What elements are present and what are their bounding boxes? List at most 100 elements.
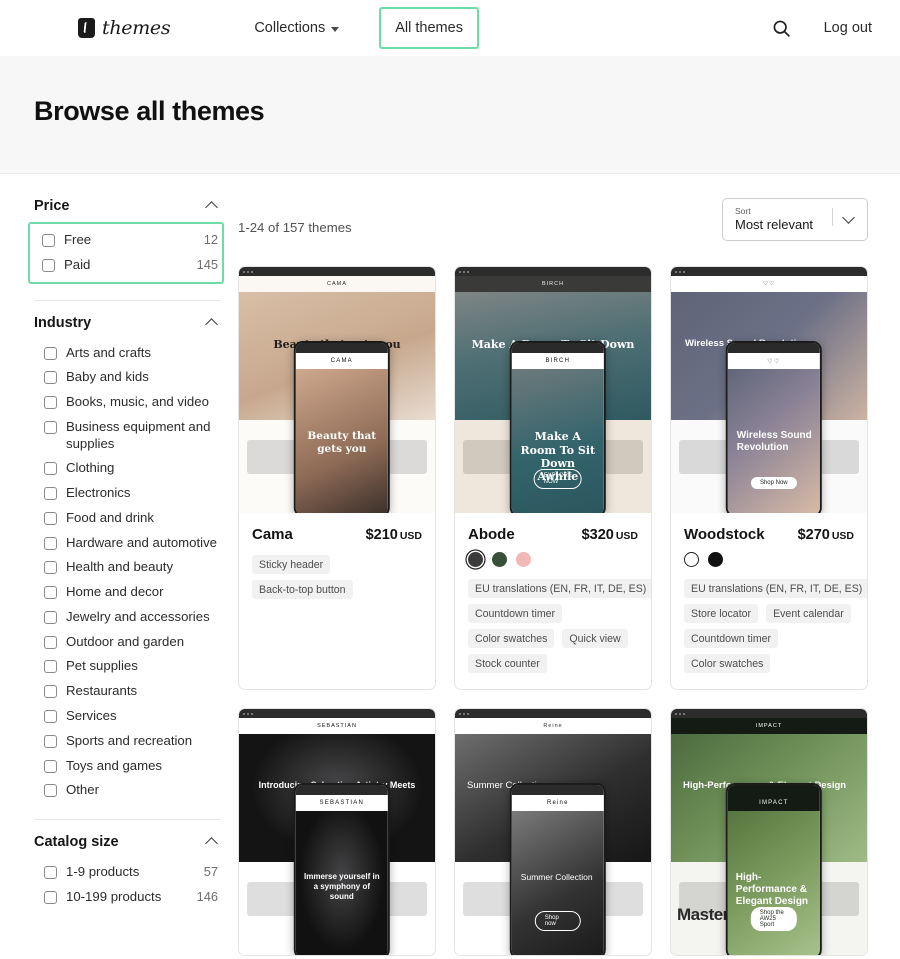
checkbox-icon[interactable] (44, 396, 57, 410)
checkbox-icon[interactable] (44, 685, 57, 699)
nav-item-collections[interactable]: Collections (240, 10, 353, 46)
filter-option-arts-and-crafts[interactable]: Arts and crafts (34, 341, 220, 366)
theme-card[interactable]: ♡♡Wireless Sound Revolution♡♡Wireless So… (670, 266, 868, 690)
filter-option-label: Business equipment and supplies (66, 418, 211, 451)
theme-preview-image: BIRCHMake A Room To Sit Down AwhileBIRCH… (455, 267, 651, 513)
checkbox-icon[interactable] (44, 586, 57, 600)
checkbox-icon[interactable] (42, 234, 55, 247)
mobile-store-logo: Reine (511, 795, 604, 811)
theme-card[interactable]: SEBASTIANIntroducing Sebastian Artistry … (238, 708, 436, 956)
checkbox-icon[interactable] (44, 759, 57, 773)
filter-option-jewelry-and-accessories[interactable]: Jewelry and accessories (34, 605, 220, 630)
facet-header-toggle[interactable]: Price (34, 198, 220, 224)
checkbox-icon[interactable] (44, 487, 57, 501)
filter-option-label: 10-199 products (66, 888, 162, 904)
mobile-cta-button[interactable]: EXPLORE NOW (533, 469, 582, 489)
theme-card[interactable]: BIRCHMake A Room To Sit Down AwhileBIRCH… (454, 266, 652, 690)
facet-header-toggle[interactable]: Catalog size (34, 834, 220, 860)
filter-option-label: Paid (64, 256, 91, 272)
filter-option-clothing[interactable]: Clothing (34, 456, 220, 481)
feature-tag: Event calendar (766, 604, 851, 623)
browser-chrome-bar (671, 267, 867, 276)
checkbox-icon[interactable] (44, 610, 57, 624)
color-swatch-charcoal[interactable] (468, 552, 483, 567)
checkbox-icon[interactable] (44, 346, 57, 360)
color-swatch-group (468, 552, 638, 567)
feature-tag: Countdown timer (684, 629, 779, 648)
checkbox-icon[interactable] (44, 784, 57, 798)
checkbox-icon[interactable] (44, 371, 57, 385)
checkbox-icon[interactable] (44, 866, 57, 880)
facet-industry: Industry Arts and crafts Baby and kids Book… (34, 299, 220, 808)
chevron-up-icon (205, 201, 218, 214)
facet-options: Arts and crafts Baby and kids Books, music… (34, 341, 220, 804)
filter-option-label: Jewelry and accessories (66, 608, 210, 624)
filter-option-books-music-and-video[interactable]: Books, music, and video (34, 390, 220, 415)
filter-option-label: Hardware and automotive (66, 534, 218, 550)
filter-option-hardware-and-automotive[interactable]: Hardware and automotive (34, 531, 220, 556)
checkbox-icon[interactable] (44, 635, 57, 649)
filter-option-services[interactable]: Services (34, 704, 220, 729)
theme-card[interactable]: CAMABeauty that gets youCAMABeauty that … (238, 266, 436, 690)
checkbox-icon[interactable] (44, 734, 57, 748)
checkbox-icon[interactable] (44, 420, 57, 434)
filter-option-other[interactable]: Other (34, 778, 220, 803)
checkbox-icon[interactable] (44, 561, 57, 575)
checkbox-icon[interactable] (44, 710, 57, 724)
mobile-announcement-bar (511, 785, 604, 795)
filter-option-label: Services (66, 708, 117, 724)
color-swatch-group (684, 552, 854, 567)
theme-card-header: Woodstock $270 USD (684, 526, 854, 543)
filter-option-business-equipment-and-supplies[interactable]: Business equipment and supplies (34, 415, 220, 457)
filter-option-toys-and-games[interactable]: Toys and games (34, 754, 220, 779)
checkbox-icon[interactable] (44, 462, 57, 476)
logout-link[interactable]: Log out (824, 20, 872, 36)
filter-option-restaurants[interactable]: Restaurants (34, 679, 220, 704)
feature-tag: Sticky header (252, 555, 331, 574)
theme-card[interactable]: IMPACTHigh-Performance & Elegant DesignM… (670, 708, 868, 956)
checkbox-icon[interactable] (44, 890, 57, 904)
filter-option-count: 146 (196, 888, 218, 904)
shopify-bag-icon (78, 18, 95, 38)
theme-price: $210 USD (366, 527, 422, 543)
sort-dropdown[interactable]: Sort Most relevant (722, 198, 868, 241)
top-navigation-bar: themes Collections All themes Log out (0, 0, 900, 56)
filter-option-10-199-products[interactable]: 10-199 products 146 (34, 885, 220, 910)
filter-option-label: Baby and kids (66, 369, 149, 385)
nav-item-all-themes[interactable]: All themes (379, 7, 479, 49)
theme-card[interactable]: Reine Summer Collection Reine Summer Collec… (454, 708, 652, 956)
color-swatch-pink[interactable] (516, 552, 531, 567)
mobile-cta-button[interactable]: Shop Now (750, 477, 797, 489)
theme-card-header: Cama $210 USD (252, 526, 422, 543)
checkbox-icon[interactable] (44, 660, 57, 674)
filter-option-label: Sports and recreation (66, 732, 193, 748)
filter-option-paid[interactable]: Paid 145 (32, 253, 220, 278)
brand-logo[interactable]: themes (78, 17, 171, 39)
filter-option-electronics[interactable]: Electronics (34, 481, 220, 506)
filter-option-sports-and-recreation[interactable]: Sports and recreation (34, 729, 220, 754)
mobile-cta-button[interactable]: Shop now (534, 911, 581, 931)
checkbox-icon[interactable] (42, 258, 55, 272)
filter-option-1-9-products[interactable]: 1-9 products 57 (34, 860, 220, 885)
mobile-cta-button[interactable]: Shop the AW25 Sport (750, 907, 797, 931)
checkbox-icon[interactable] (44, 511, 57, 525)
filter-option-label: Arts and crafts (66, 344, 152, 360)
browser-chrome-bar (455, 709, 651, 718)
filter-option-baby-and-kids[interactable]: Baby and kids (34, 365, 220, 390)
color-swatch-black[interactable] (708, 552, 723, 567)
browser-chrome-bar (455, 267, 651, 276)
color-swatch-dark-green[interactable] (492, 552, 507, 567)
page-body: Price Free 12 Paid 145 Industry Arts and craft… (0, 174, 900, 956)
facet-header-toggle[interactable]: Industry (34, 315, 220, 341)
filter-option-health-and-beauty[interactable]: Health and beauty (34, 555, 220, 580)
feature-tag: Quick view (562, 629, 628, 648)
filter-option-outdoor-and-garden[interactable]: Outdoor and garden (34, 630, 220, 655)
search-icon[interactable] (770, 16, 794, 40)
checkbox-icon[interactable] (44, 536, 57, 550)
filter-option-free[interactable]: Free 12 (32, 228, 220, 253)
filter-option-home-and-decor[interactable]: Home and decor (34, 580, 220, 605)
filter-option-pet-supplies[interactable]: Pet supplies (34, 654, 220, 679)
main-nav: Collections All themes (240, 7, 479, 49)
filter-option-food-and-drink[interactable]: Food and drink (34, 506, 220, 531)
color-swatch-white[interactable] (684, 552, 699, 567)
